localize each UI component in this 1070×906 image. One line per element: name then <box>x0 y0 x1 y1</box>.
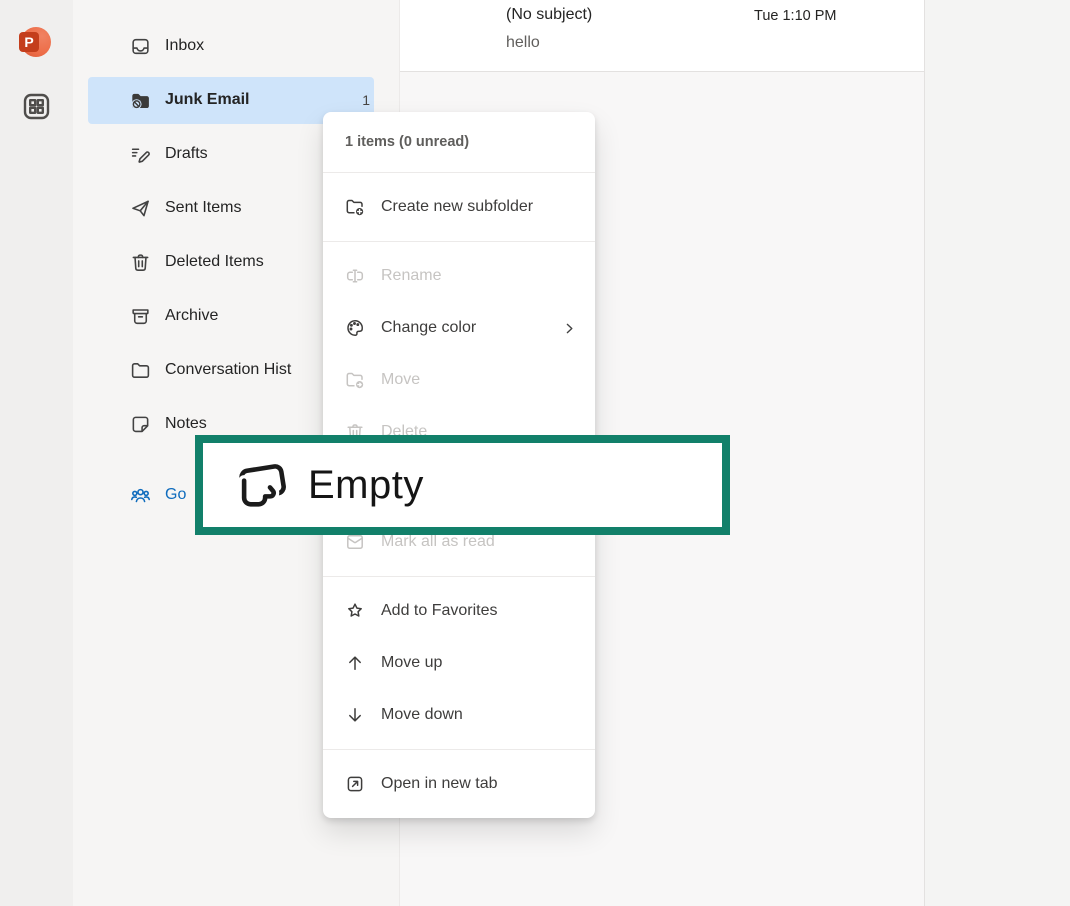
sidebar-item-inbox[interactable]: Inbox <box>88 23 374 70</box>
unread-count-badge: 1 <box>362 92 374 108</box>
app-rail: P <box>0 0 73 906</box>
menu-item-label: Change color <box>381 319 546 337</box>
archive-icon <box>130 306 151 327</box>
app-launcher-icon[interactable] <box>22 92 51 121</box>
groups-icon <box>130 485 151 506</box>
inbox-icon <box>130 36 151 57</box>
menu-item-label: Add to Favorites <box>381 602 577 620</box>
menu-item-label: Mark all as read <box>381 533 577 551</box>
menu-item-create-new-subfolder[interactable]: Create new subfolder <box>323 181 595 233</box>
menu-item-label: Move up <box>381 654 577 672</box>
sidebar-item-label: Junk Email <box>165 91 348 109</box>
color-palette-icon <box>345 318 365 338</box>
menu-item-rename: Rename <box>323 250 595 302</box>
menu-item-label: Create new subfolder <box>381 198 577 216</box>
trash-icon <box>130 252 151 273</box>
folder-item-count: 1 items (0 unread) <box>323 112 595 173</box>
email-subject: (No subject) <box>506 6 592 24</box>
email-timestamp: Tue 1:10 PM <box>754 8 836 24</box>
drafts-icon <box>130 144 151 165</box>
email-list-item[interactable]: (No subject) hello Tue 1:10 PM <box>400 0 924 72</box>
send-icon <box>130 198 151 219</box>
powerpoint-app-icon[interactable]: P <box>21 27 51 57</box>
folder-move-icon <box>345 370 365 390</box>
star-icon <box>345 601 365 621</box>
powerpoint-icon-letter: P <box>19 32 39 52</box>
chevron-right-icon <box>562 321 577 336</box>
menu-item-label: Rename <box>381 267 577 285</box>
open-in-new-tab-icon <box>345 774 365 794</box>
annotation-box-empty-menu-item[interactable]: Empty <box>195 435 730 535</box>
menu-item-label: Open in new tab <box>381 775 577 793</box>
menu-section-create: Create new subfolder <box>323 173 595 242</box>
email-preview: hello <box>506 34 540 52</box>
menu-item-move: Move <box>323 354 595 406</box>
menu-item-change-color[interactable]: Change color <box>323 302 595 354</box>
junk-folder-icon <box>130 90 151 111</box>
sidebar-item-label: Inbox <box>165 37 374 55</box>
arrow-up-icon <box>345 653 365 673</box>
arrow-down-icon <box>345 705 365 725</box>
menu-section-favorites-order: Add to Favorites Move up Move down <box>323 577 595 750</box>
rename-icon <box>345 266 365 286</box>
folder-add-icon <box>345 197 365 217</box>
mail-icon <box>345 532 365 552</box>
menu-item-label: Move down <box>381 706 577 724</box>
note-icon <box>130 414 151 435</box>
menu-item-add-to-favorites[interactable]: Add to Favorites <box>323 585 595 637</box>
reading-pane <box>924 0 1070 906</box>
menu-item-move-up[interactable]: Move up <box>323 637 595 689</box>
menu-section-open: Open in new tab <box>323 750 595 818</box>
menu-item-label: Move <box>381 371 577 389</box>
folder-icon <box>130 360 151 381</box>
menu-item-open-in-new-tab[interactable]: Open in new tab <box>323 758 595 810</box>
annotation-label: Empty <box>308 463 424 508</box>
menu-item-move-down[interactable]: Move down <box>323 689 595 741</box>
empty-folder-icon <box>233 456 291 514</box>
